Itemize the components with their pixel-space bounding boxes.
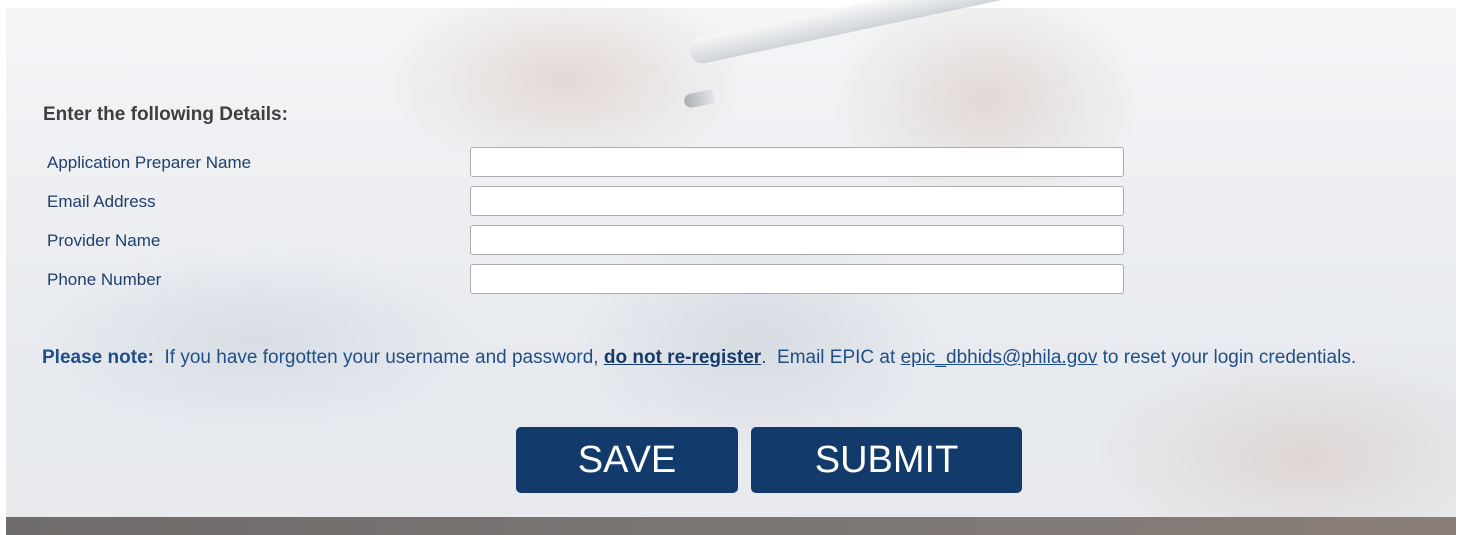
field-row-email: Email Address bbox=[47, 186, 1127, 218]
save-button[interactable]: SAVE bbox=[516, 427, 738, 493]
field-row-phone: Phone Number bbox=[47, 264, 1127, 296]
email-link[interactable]: epic_dbhids@phila.gov bbox=[901, 347, 1098, 368]
note-prefix: Please note: bbox=[42, 347, 154, 368]
registration-page: Enter the following Details: Application… bbox=[0, 0, 1462, 535]
forgot-credentials-note: Please note: If you have forgotten your … bbox=[42, 340, 1452, 376]
note-text-1: If you have forgotten your username and … bbox=[164, 347, 599, 368]
phone-label: Phone Number bbox=[47, 270, 162, 289]
provider-name-label: Provider Name bbox=[47, 231, 161, 250]
preparer-name-input[interactable] bbox=[470, 147, 1124, 177]
note-text-3: to reset your login credentials. bbox=[1102, 347, 1357, 368]
do-not-register-link[interactable]: do not re-register bbox=[604, 347, 761, 368]
field-row-provider-name: Provider Name bbox=[47, 225, 1127, 257]
submit-button[interactable]: SUBMIT bbox=[751, 427, 1022, 493]
field-row-preparer-name: Application Preparer Name bbox=[47, 147, 1127, 179]
phone-input[interactable] bbox=[470, 264, 1124, 294]
preparer-name-label: Application Preparer Name bbox=[47, 153, 252, 172]
footer-bar bbox=[6, 517, 1456, 535]
form-heading: Enter the following Details: bbox=[43, 104, 288, 125]
note-text-2: . Email EPIC at bbox=[761, 347, 896, 368]
email-label: Email Address bbox=[47, 192, 156, 211]
email-input[interactable] bbox=[470, 186, 1124, 216]
provider-name-input[interactable] bbox=[470, 225, 1124, 255]
